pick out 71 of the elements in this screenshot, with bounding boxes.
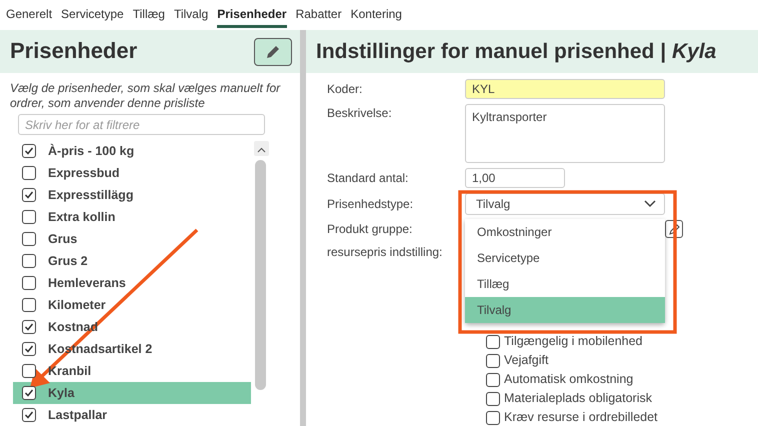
tab[interactable]: Servicetype xyxy=(61,0,124,28)
selected-row[interactable]: Kyla xyxy=(13,382,251,404)
field-label: Produkt gruppe: xyxy=(327,221,414,238)
checkbox-label[interactable]: Materialeplads obligatorisk xyxy=(504,389,652,408)
dropdown-option[interactable]: Tillæg xyxy=(465,271,665,297)
checkbox[interactable] xyxy=(22,166,36,180)
checkmark-icon xyxy=(24,146,34,156)
dropdown-option[interactable]: Omkostninger xyxy=(465,219,665,245)
checkbox[interactable] xyxy=(22,386,36,400)
input-field[interactable]: 1,00 xyxy=(465,168,565,188)
checkbox-label[interactable]: Tilgængelig i mobilenhed xyxy=(504,332,643,351)
checkmark-icon xyxy=(24,322,34,332)
field-label: Koder: xyxy=(327,81,364,98)
item-label[interactable]: Lastpallar xyxy=(48,406,108,424)
select-field[interactable]: Tilvalg xyxy=(465,193,665,215)
item-label[interactable]: Hemleverans xyxy=(48,274,126,292)
checkbox[interactable] xyxy=(22,364,36,378)
item-label[interactable]: À-pris - 100 kg xyxy=(48,142,134,160)
field-label: Prisenhedstype: xyxy=(327,196,414,213)
checkbox[interactable] xyxy=(22,320,36,334)
checkbox-label[interactable]: Kræv resurse i ordrebilledet xyxy=(504,408,658,426)
item-label[interactable]: Kranbil xyxy=(48,362,92,380)
field-label: Standard antal: xyxy=(327,170,410,187)
checkbox[interactable] xyxy=(22,210,36,224)
dropdown-option[interactable]: Servicetype xyxy=(465,245,665,271)
checkbox[interactable] xyxy=(22,276,36,290)
item-label[interactable]: Grus 2 xyxy=(48,252,88,270)
tab[interactable]: Kontering xyxy=(350,0,402,28)
panel-title: Prisenheder xyxy=(10,38,138,65)
item-label[interactable]: Kilometer xyxy=(48,296,106,314)
checkmark-icon xyxy=(24,410,34,420)
checkbox[interactable] xyxy=(486,410,500,424)
scroll-up-button[interactable] xyxy=(254,141,269,156)
item-label[interactable]: Grus xyxy=(48,230,78,248)
item-label[interactable]: Kyla xyxy=(48,384,74,402)
checkbox[interactable] xyxy=(22,408,36,422)
item-label[interactable]: Expresstillägg xyxy=(48,186,134,204)
checkbox-label[interactable]: Automatisk omkostning xyxy=(504,370,634,389)
checkbox[interactable] xyxy=(22,254,36,268)
pencil-icon xyxy=(668,224,680,234)
tab[interactable]: Tillæg xyxy=(132,0,165,28)
checkbox-label[interactable]: Vejafgift xyxy=(504,351,548,370)
dropdown-option[interactable]: Tilvalg xyxy=(465,297,665,323)
input-field[interactable]: KYL xyxy=(465,79,665,99)
scrollbar-thumb[interactable] xyxy=(255,160,266,390)
checkmark-icon xyxy=(24,190,34,200)
checkbox[interactable] xyxy=(22,144,36,158)
tab[interactable]: Generelt xyxy=(6,0,52,28)
item-label[interactable]: Extra kollin xyxy=(48,208,116,226)
checkbox[interactable] xyxy=(486,334,500,348)
checkbox[interactable] xyxy=(22,298,36,312)
filter-field[interactable]: Skriv her for at filtrere xyxy=(18,114,265,135)
tab[interactable]: Rabatter xyxy=(296,0,342,28)
checkbox[interactable] xyxy=(22,232,36,246)
pencil-icon xyxy=(265,44,281,60)
hint-text: Vælg de prisenheder, som skal vælges manuelt for ordrer, som anvender denne prisliste xyxy=(9,80,282,112)
checkbox[interactable] xyxy=(22,188,36,202)
edit-button[interactable] xyxy=(254,38,292,66)
tab[interactable]: Tilvalg xyxy=(174,0,208,28)
field-label: Beskrivelse: xyxy=(327,105,393,122)
chevron-icon xyxy=(644,200,656,208)
checkbox[interactable] xyxy=(486,392,500,406)
checkbox[interactable] xyxy=(22,342,36,356)
checkmark-icon xyxy=(24,344,34,354)
checkbox[interactable] xyxy=(486,354,500,368)
field-label: resursepris indstilling: xyxy=(327,244,444,261)
item-label[interactable]: Expressbud xyxy=(48,164,120,182)
checkbox[interactable] xyxy=(486,372,500,386)
checkmark-icon xyxy=(24,388,34,398)
settings-title: Indstillinger for manuel prisenhed | Kyla xyxy=(316,38,716,64)
description-field[interactable]: Kyltransporter xyxy=(465,104,665,163)
